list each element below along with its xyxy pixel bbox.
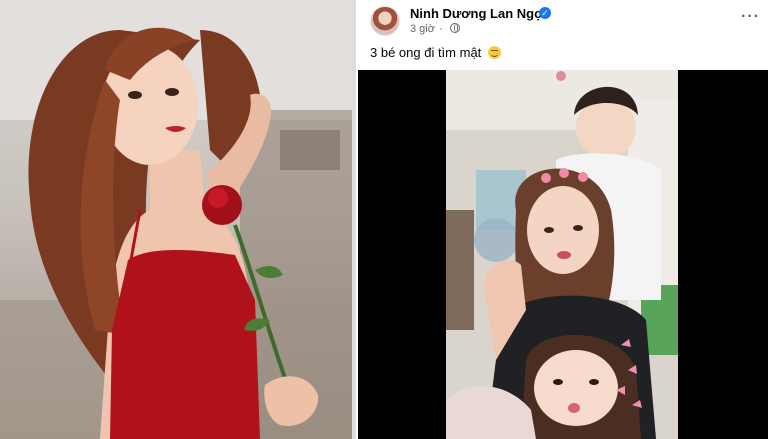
post-meta: 3 giờ · [410,23,460,35]
facebook-post: Ninh Dương Lan Ngọc ✓ 3 giờ · ··· 3 bé o… [356,0,780,439]
more-options-icon[interactable]: ··· [741,9,760,25]
grinning-face-emoji-icon [487,46,501,59]
video-still-illustration [446,70,678,439]
portrait-illustration [0,0,352,439]
video-frame [446,70,678,439]
author-avatar[interactable] [370,6,400,36]
post-video[interactable] [358,70,768,439]
post-caption: 3 bé ong đi tìm mật [370,45,501,60]
author-name[interactable]: Ninh Dương Lan Ngọc [410,6,549,21]
globe-icon [449,23,460,33]
caption-text: 3 bé ong đi tìm mật [370,45,482,60]
post-header: Ninh Dương Lan Ngọc ✓ 3 giờ · ··· [356,0,780,40]
post-timestamp[interactable]: 3 giờ [410,23,435,35]
verified-badge-icon: ✓ [539,7,551,19]
portrait-photo [0,0,352,439]
